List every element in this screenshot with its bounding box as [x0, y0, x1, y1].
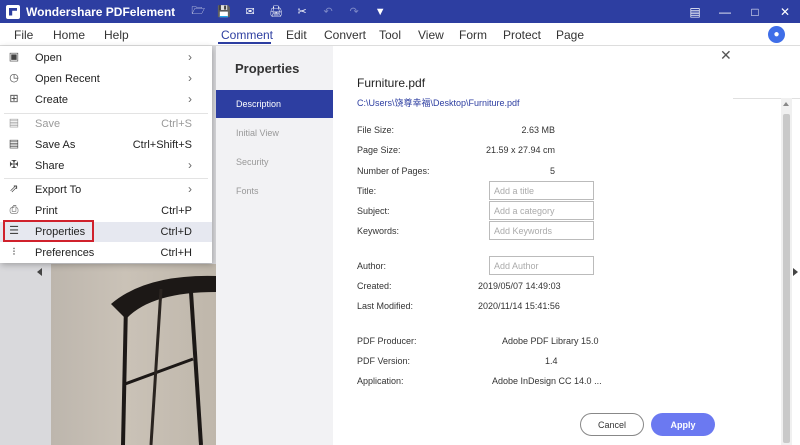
- title-bar: Wondershare PDFelement 🗁 💾 ✉ 🖨 ✂ ↶ ↷ ▼ ▤…: [0, 0, 800, 23]
- file-menu-open-recent[interactable]: ◷ Open Recent ›: [0, 69, 212, 89]
- author-input[interactable]: [489, 256, 594, 275]
- tab-protect[interactable]: Protect: [503, 28, 541, 42]
- file-path-link[interactable]: C:\Users\饶尊幸福\Desktop\Furniture.pdf: [357, 96, 520, 109]
- page-size-value: 21.59 x 27.94 cm: [485, 145, 555, 155]
- cancel-button[interactable]: Cancel: [580, 413, 644, 436]
- created-value: 2019/05/07 14:49:03: [478, 281, 561, 291]
- properties-highlight-box: [3, 220, 94, 242]
- file-menu-share[interactable]: ✠ Share ›: [0, 156, 212, 176]
- file-menu-preferences[interactable]: ⁝ Preferences Ctrl+H: [0, 243, 212, 263]
- collapse-left-icon[interactable]: [37, 268, 42, 276]
- print-icon: ⎙: [9, 204, 19, 216]
- undo-icon[interactable]: ↶: [317, 4, 339, 20]
- feedback-icon[interactable]: ▤: [680, 0, 710, 23]
- menu-home[interactable]: Home: [53, 28, 85, 42]
- print-icon[interactable]: 🖨: [265, 4, 287, 20]
- file-size-value: 2.63 MB: [521, 125, 555, 135]
- scroll-up-icon[interactable]: [783, 102, 789, 106]
- menu-bar: File Home Help Comment Edit Convert Tool…: [0, 23, 800, 46]
- application-value: Adobe InDesign CC 14.0 ...: [492, 376, 602, 386]
- keywords-label: Keywords:: [357, 226, 400, 236]
- chevron-right-icon: ›: [188, 182, 192, 196]
- num-pages-value: 5: [549, 166, 555, 176]
- save-as-icon: ▤: [8, 138, 20, 150]
- file-menu-print[interactable]: ⎙ Print Ctrl+P: [0, 201, 212, 221]
- modified-label: Last Modified:: [357, 301, 414, 311]
- producer-label: PDF Producer:: [357, 336, 417, 346]
- close-icon[interactable]: ✕: [770, 0, 800, 23]
- properties-title: Properties: [235, 61, 300, 76]
- save-icon[interactable]: 💾: [213, 4, 235, 20]
- mail-icon[interactable]: ✉: [239, 4, 261, 20]
- file-name: Furniture.pdf: [357, 76, 426, 90]
- tab-convert[interactable]: Convert: [324, 28, 366, 42]
- scissors-icon[interactable]: ✂: [291, 4, 313, 20]
- version-value: 1.4: [545, 356, 558, 366]
- file-menu-save-as[interactable]: ▤ Save As Ctrl+Shift+S: [0, 135, 212, 155]
- clock-icon: ◷: [9, 72, 19, 84]
- chevron-right-icon: ›: [188, 50, 192, 64]
- menu-help[interactable]: Help: [104, 28, 129, 42]
- export-icon: ⇗: [9, 183, 19, 195]
- keywords-input[interactable]: [489, 221, 594, 240]
- app-title: Wondershare PDFelement: [26, 4, 176, 19]
- apply-button[interactable]: Apply: [651, 413, 715, 436]
- nav-fonts[interactable]: Fonts: [216, 177, 333, 205]
- folder-open-icon: ▣: [8, 51, 20, 63]
- scroll-thumb[interactable]: [783, 114, 790, 443]
- save-icon: ▤: [8, 117, 20, 129]
- folder-icon[interactable]: 🗁: [187, 4, 209, 20]
- customize-icon[interactable]: ▼: [369, 4, 391, 20]
- tab-view[interactable]: View: [418, 28, 444, 42]
- expand-right-icon[interactable]: [793, 268, 798, 276]
- menu-divider: [4, 178, 208, 179]
- vertical-scrollbar[interactable]: [781, 98, 792, 445]
- version-label: PDF Version:: [357, 356, 411, 366]
- close-dialog-icon[interactable]: ✕: [720, 47, 732, 64]
- chevron-right-icon: ›: [188, 92, 192, 106]
- tab-comment[interactable]: Comment: [221, 28, 273, 42]
- minimize-icon[interactable]: —: [710, 0, 740, 23]
- subject-input[interactable]: [489, 201, 594, 220]
- window-controls: ▤ — □ ✕: [680, 0, 800, 23]
- title-label: Title:: [357, 186, 377, 196]
- file-menu-open[interactable]: ▣ Open ›: [0, 48, 212, 68]
- user-avatar-icon[interactable]: ●: [768, 26, 785, 43]
- active-tab-indicator: [218, 42, 271, 44]
- nav-initial-view[interactable]: Initial View: [216, 119, 333, 147]
- file-menu-create[interactable]: ⊞ Create ›: [0, 90, 212, 110]
- created-label: Created:: [357, 281, 392, 291]
- chevron-right-icon: ›: [188, 158, 192, 172]
- tab-page[interactable]: Page: [556, 28, 584, 42]
- page-size-label: Page Size:: [357, 145, 401, 155]
- maximize-icon[interactable]: □: [740, 0, 770, 23]
- application-label: Application:: [357, 376, 404, 386]
- file-menu-save[interactable]: ▤ Save Ctrl+S: [0, 114, 212, 134]
- author-label: Author:: [357, 261, 387, 271]
- document-page-image: [51, 264, 216, 445]
- subject-label: Subject:: [357, 206, 390, 216]
- title-input[interactable]: [489, 181, 594, 200]
- nav-security[interactable]: Security: [216, 148, 333, 176]
- tab-edit[interactable]: Edit: [286, 28, 307, 42]
- menu-file[interactable]: File: [14, 28, 33, 42]
- tab-tool[interactable]: Tool: [379, 28, 401, 42]
- quick-access-toolbar: 🗁 💾 ✉ 🖨 ✂ ↶ ↷ ▼: [187, 4, 391, 20]
- tab-form[interactable]: Form: [459, 28, 487, 42]
- redo-icon[interactable]: ↷: [343, 4, 365, 20]
- nav-description[interactable]: Description: [216, 90, 333, 118]
- file-menu-export-to[interactable]: ⇗ Export To ›: [0, 180, 212, 200]
- preferences-icon: ⁝: [12, 246, 16, 258]
- modified-value: 2020/11/14 15:41:56: [478, 301, 560, 311]
- share-icon: ✠: [9, 159, 19, 171]
- create-icon: ⊞: [9, 93, 19, 105]
- chevron-right-icon: ›: [188, 71, 192, 85]
- producer-value: Adobe PDF Library 15.0: [502, 336, 599, 346]
- file-size-label: File Size:: [357, 125, 395, 135]
- app-logo-icon: [6, 4, 20, 19]
